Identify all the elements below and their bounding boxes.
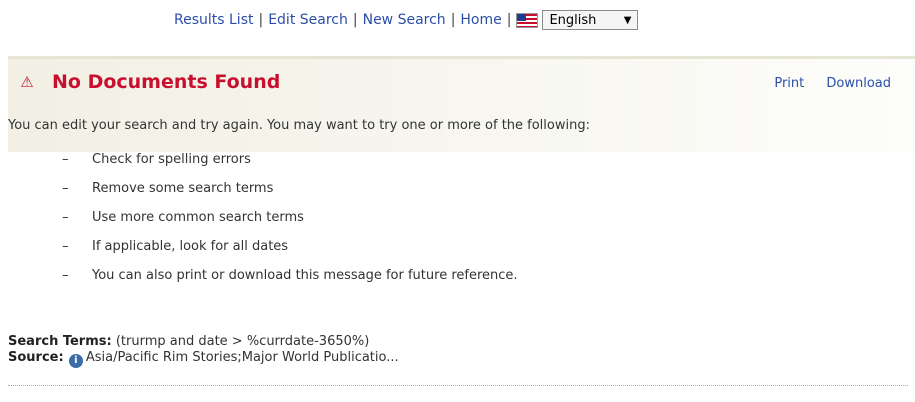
us-flag-icon (516, 12, 539, 28)
tips-list: – Check for spelling errors – Remove some … (62, 152, 518, 297)
source-value: Asia/Pacific Rim Stories;Major World Pub… (85, 350, 399, 365)
download-link[interactable]: Download (826, 76, 891, 91)
list-item: – If applicable, look for all dates (62, 239, 518, 268)
list-item: – Check for spelling errors (62, 152, 518, 181)
nav-separator: | (506, 12, 512, 28)
new-search-link[interactable]: New Search (363, 12, 446, 28)
search-terms-row: Search Terms: (trurmp and date > %currda… (8, 334, 399, 350)
search-terms-label: Search Terms: (8, 334, 112, 349)
nav-separator: | (258, 12, 264, 28)
alert-actions: Print Download (756, 76, 891, 91)
source-row: Source: i Asia/Pacific Rim Stories;Major … (8, 350, 399, 368)
results-list-link[interactable]: Results List (174, 12, 253, 28)
alert-intro-text: You can edit your search and try again. … (8, 118, 590, 133)
bullet-dash: – (62, 152, 69, 167)
dropdown-caret-icon: ▼ (623, 14, 632, 26)
divider (8, 385, 908, 386)
top-navigation: Results List | Edit Search | New Search … (174, 8, 639, 32)
nav-separator: | (352, 12, 358, 28)
tip-text: Check for spelling errors (92, 152, 251, 167)
alert-title: No Documents Found (52, 71, 281, 93)
list-item: – You can also print or download this mes… (62, 268, 518, 297)
home-link[interactable]: Home (460, 12, 501, 28)
bullet-dash: – (62, 181, 69, 196)
alert-heading: ⚠ No Documents Found (18, 71, 280, 93)
tip-text: Remove some search terms (92, 181, 274, 196)
search-terms-value: (trurmp and date > %currdate-3650%) (115, 334, 370, 349)
nav-separator: | (450, 12, 456, 28)
tip-text: You can also print or download this mess… (92, 268, 518, 283)
info-icon[interactable]: i (68, 354, 83, 368)
source-label: Source: (8, 350, 64, 365)
tip-text: Use more common search terms (92, 210, 304, 225)
bullet-dash: – (62, 239, 69, 254)
language-select-value: English (549, 12, 597, 28)
warning-icon: ⚠ (20, 73, 34, 91)
list-item: – Use more common search terms (62, 210, 518, 239)
search-info: Search Terms: (trurmp and date > %currda… (8, 334, 399, 368)
language-select[interactable]: English ▼ (542, 10, 639, 30)
print-link[interactable]: Print (774, 76, 804, 91)
list-item: – Remove some search terms (62, 181, 518, 210)
tip-text: If applicable, look for all dates (92, 239, 289, 254)
bullet-dash: – (62, 210, 69, 225)
bullet-dash: – (62, 268, 69, 283)
edit-search-link[interactable]: Edit Search (268, 12, 348, 28)
